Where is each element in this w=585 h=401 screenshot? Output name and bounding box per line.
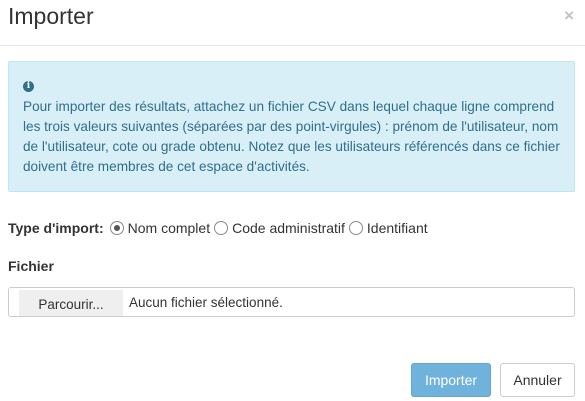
radio-label-identifiant[interactable]: Identifiant bbox=[367, 220, 428, 236]
close-icon[interactable]: × bbox=[564, 6, 574, 26]
file-label: Fichier bbox=[8, 258, 54, 274]
file-input[interactable]: Parcourir... Aucun fichier sélectionné. bbox=[8, 287, 575, 317]
radio-identifiant[interactable] bbox=[348, 221, 363, 235]
radio-nom-complet[interactable] bbox=[109, 221, 124, 235]
dialog-title: Importer bbox=[8, 3, 94, 29]
file-status: Aucun fichier sélectionné. bbox=[129, 295, 283, 310]
dialog-header: Importer × bbox=[0, 0, 585, 46]
radio-label-code-administratif[interactable]: Code administratif bbox=[232, 220, 345, 236]
info-icon: i bbox=[23, 81, 34, 92]
radio-code-administratif[interactable] bbox=[214, 221, 229, 235]
import-type-group: Type d'import: Nom complet Code administ… bbox=[8, 218, 432, 238]
import-button[interactable]: Importer bbox=[411, 363, 491, 397]
import-type-label: Type d'import: bbox=[8, 220, 104, 236]
info-alert: i Pour importer des résultats, attachez … bbox=[8, 61, 575, 192]
cancel-button[interactable]: Annuler bbox=[500, 363, 575, 397]
alert-text: Pour importer des résultats, attachez un… bbox=[23, 99, 560, 174]
radio-label-nom-complet[interactable]: Nom complet bbox=[128, 220, 210, 236]
browse-button[interactable]: Parcourir... bbox=[19, 290, 123, 316]
